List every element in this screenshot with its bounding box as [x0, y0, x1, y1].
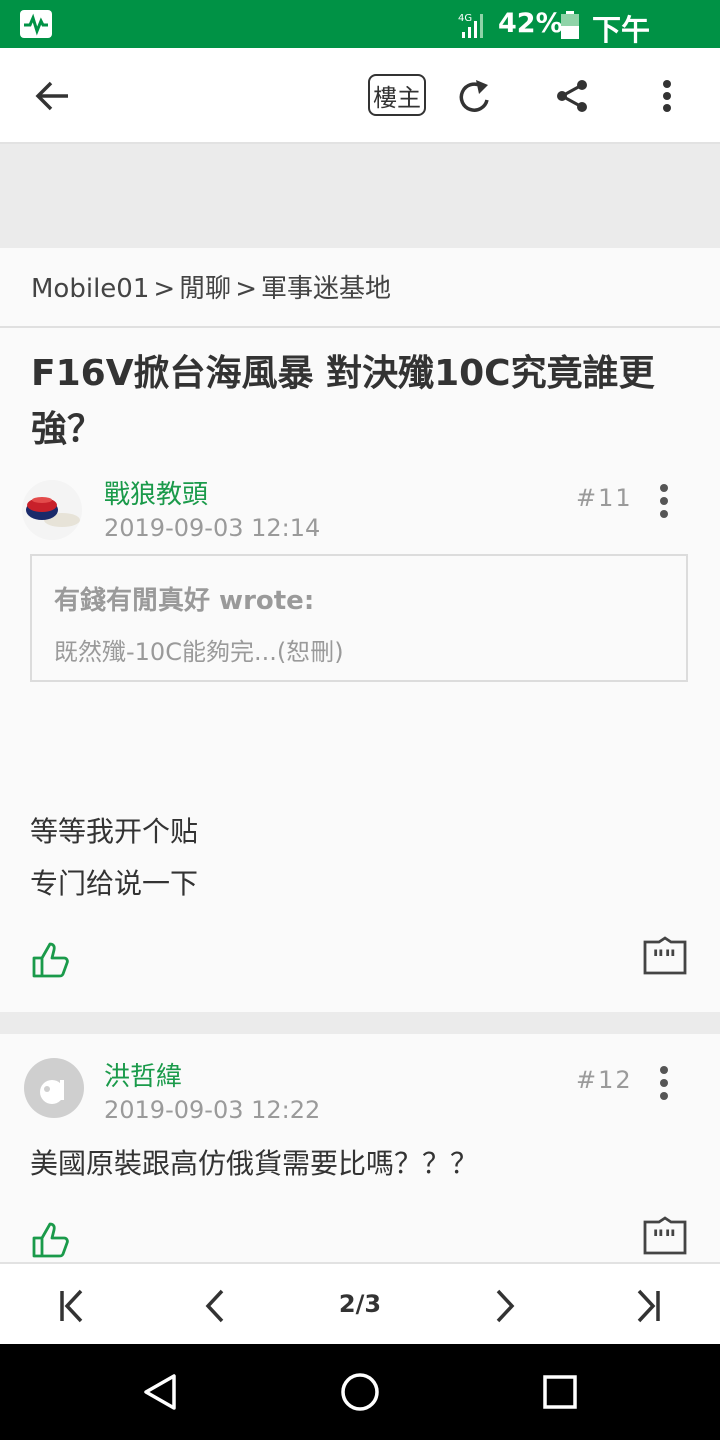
breadcrumb-separator: > — [235, 274, 257, 304]
post-12-avatar[interactable] — [24, 1058, 84, 1118]
svg-text:": " — [664, 1225, 677, 1253]
activity-notification-icon — [20, 10, 52, 38]
quote-reply-icon[interactable]: " " — [642, 936, 688, 980]
last-page-icon[interactable] — [628, 1284, 668, 1328]
like-icon[interactable] — [30, 1218, 72, 1260]
nav-home-icon[interactable] — [340, 1372, 380, 1416]
breadcrumb: Mobile01 > 閒聊 > 軍事迷基地 — [0, 248, 720, 328]
quote-author: 有錢有閒真好 wrote: — [54, 586, 315, 616]
default-avatar-icon[interactable] — [24, 1058, 84, 1118]
more-options-icon[interactable] — [652, 74, 682, 118]
like-icon[interactable] — [30, 938, 72, 984]
battery-icon — [561, 11, 579, 39]
op-only-button[interactable]: 樓主 — [368, 74, 426, 116]
svg-text:": " — [652, 1225, 665, 1253]
nav-back-icon[interactable] — [140, 1372, 180, 1416]
post-floor-number: #12 — [576, 1066, 633, 1094]
page-indicator[interactable]: 2/3 — [320, 1290, 400, 1318]
ad-banner-area — [0, 144, 720, 248]
first-page-icon[interactable] — [52, 1284, 92, 1328]
nav-recents-icon[interactable] — [542, 1374, 578, 1414]
post-body-line: 美國原裝跟高仿俄貨需要比嗎？？？ — [30, 1147, 479, 1180]
post-more-icon[interactable] — [660, 484, 670, 523]
post-date: 2019-09-03 12:22 — [104, 1096, 321, 1124]
post-divider — [0, 1012, 720, 1034]
post-date: 2019-09-03 12:14 — [104, 514, 321, 542]
svg-text:": " — [664, 945, 677, 973]
toolbar: 樓主 — [0, 48, 720, 144]
post-floor-number: #11 — [576, 484, 633, 512]
post-author[interactable]: 戰狼教頭 — [104, 474, 208, 511]
post-body-line: 等等我开个贴 — [30, 815, 199, 848]
breadcrumb-item-military[interactable]: 軍事迷基地 — [261, 274, 391, 304]
share-icon[interactable] — [552, 74, 592, 118]
back-arrow-icon[interactable] — [30, 74, 74, 118]
breadcrumb-item-chat[interactable]: 閒聊 — [179, 274, 231, 304]
post-body: 美國原裝跟高仿俄貨需要比嗎？？？ — [30, 1138, 478, 1190]
quote-block: 有錢有閒真好 wrote: 既然殲-10C能夠完...(恕刪) — [30, 554, 688, 682]
breadcrumb-item-home[interactable]: Mobile01 — [31, 274, 149, 304]
previous-page-icon[interactable] — [196, 1284, 236, 1328]
svg-text:": " — [652, 945, 665, 973]
refresh-icon[interactable] — [452, 74, 498, 120]
quote-reply-icon[interactable]: " " — [642, 1216, 688, 1260]
battery-percent: 42% — [498, 8, 563, 39]
next-page-icon[interactable] — [484, 1284, 524, 1328]
post-author[interactable]: 洪哲緯 — [104, 1056, 182, 1093]
post-body-line: 专门给说一下 — [30, 867, 199, 900]
breadcrumb-separator: > — [153, 274, 176, 304]
status-bar: 4G 42% 下午1:04 — [0, 0, 720, 83]
post-11-avatar[interactable] — [22, 480, 82, 540]
signal-icon: 4G — [458, 10, 486, 44]
quote-text: 既然殲-10C能夠完...(恕刪) — [54, 638, 344, 666]
svg-text:4G: 4G — [458, 13, 472, 24]
pagination-bar: 2/3 — [0, 1262, 720, 1346]
system-navigation-bar — [0, 1344, 720, 1440]
thread-title: F16V掀台海風暴 對決殲10C究竟誰更強？ — [31, 353, 655, 450]
post-more-icon[interactable] — [660, 1066, 670, 1105]
avatar[interactable] — [22, 480, 82, 540]
post-body: 等等我开个贴 专门给说一下 — [30, 806, 198, 910]
